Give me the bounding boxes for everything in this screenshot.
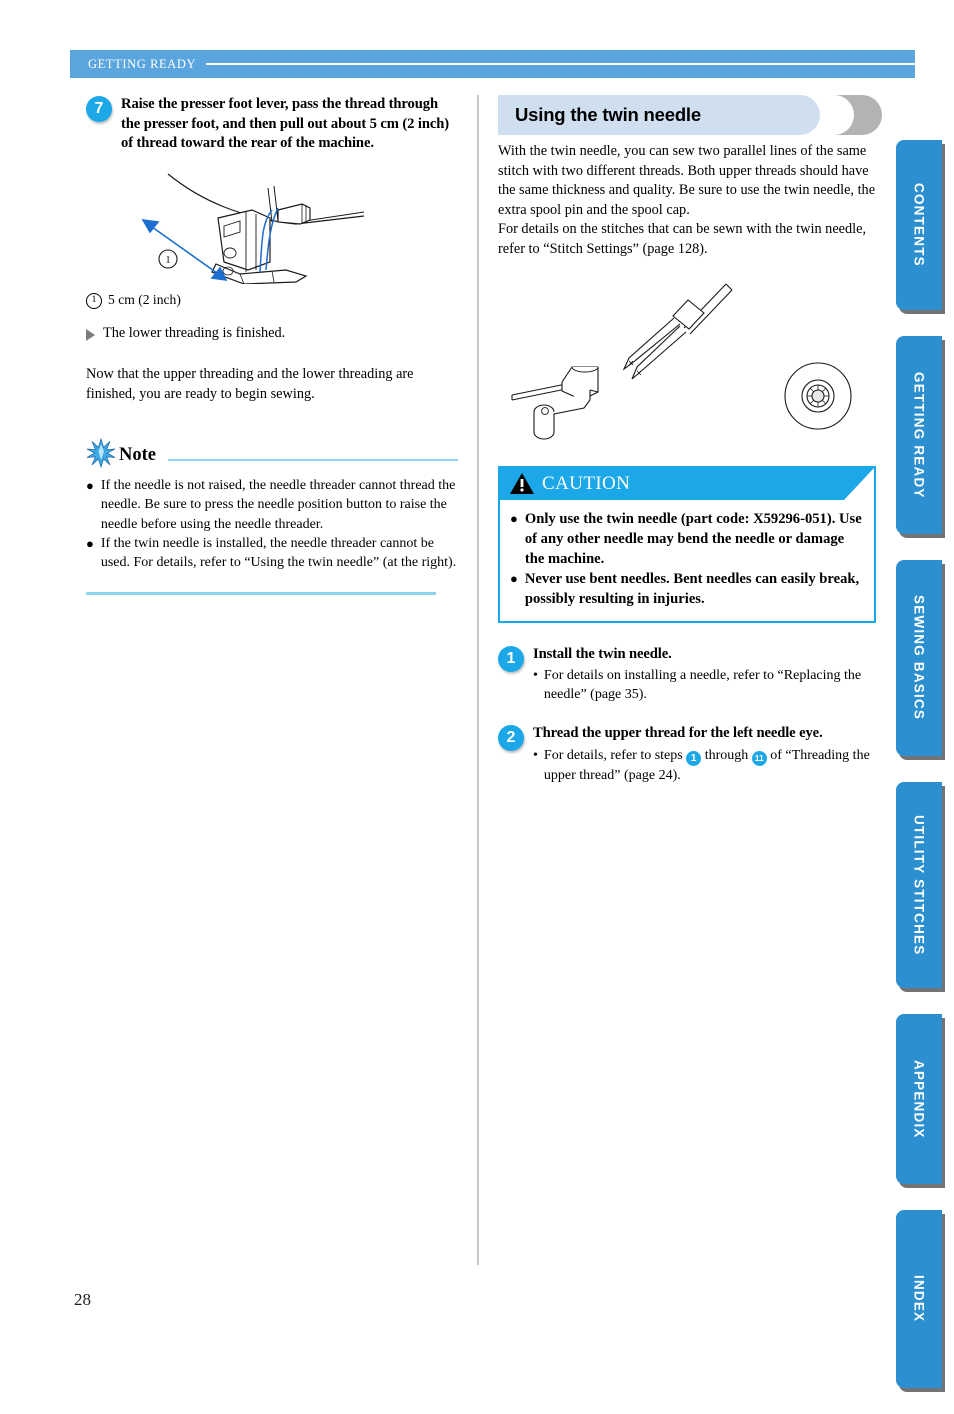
step-title: Thread the upper thread for the left nee…	[533, 725, 823, 742]
caution-banner-notch	[844, 467, 874, 500]
heading-title: Using the twin needle	[515, 104, 701, 125]
note-item: ● If the twin needle is installed, the n…	[86, 534, 458, 572]
caution-banner: CAUTION	[500, 467, 874, 500]
bullet-icon: ●	[510, 571, 518, 587]
note-rule	[167, 458, 458, 462]
side-tab-label: SEWING BASICS	[911, 595, 927, 721]
caution-item: ● Only use the twin needle (part code: X…	[510, 509, 864, 570]
twin-needle-parts-drawing	[511, 283, 852, 440]
intro-paragraph-1: With the twin needle, you can sew two pa…	[498, 143, 876, 218]
side-tab-label: APPENDIX	[911, 1059, 927, 1139]
step-body: Raise the presser foot lever, pass the t…	[121, 95, 458, 154]
step-title: Install the twin needle.	[533, 645, 672, 662]
note-header: Note	[86, 437, 458, 473]
note-bottom-rule	[86, 592, 436, 596]
bullet-icon: ●	[86, 535, 94, 551]
side-tab-sewing-basics[interactable]: SEWING BASICS	[896, 560, 942, 756]
figure-caption: 1 5 cm (2 inch)	[86, 290, 458, 309]
presser-foot-illustration: 1	[120, 166, 458, 284]
note-item-text: If the needle is not raised, the needle …	[100, 478, 456, 532]
twin-needle-illustration	[498, 272, 878, 442]
right-column: Using the twin needle With the twin need…	[498, 95, 882, 791]
running-header-label: GETTING READY	[88, 56, 197, 71]
step-substep: • For details on installing a needle, re…	[533, 666, 878, 704]
side-tab-label: INDEX	[911, 1275, 927, 1323]
bullet-icon: •	[533, 668, 538, 684]
side-tab-index[interactable]: INDEX	[896, 1210, 942, 1388]
note-item-text: If the twin needle is installed, the nee…	[100, 535, 457, 571]
presser-foot-drawing: 1	[141, 173, 365, 284]
step-title: Raise the presser foot lever, pass the t…	[121, 96, 450, 151]
step-body: Thread the upper thread for the left nee…	[533, 724, 878, 785]
caution-label: CAUTION	[542, 472, 631, 494]
side-tab-appendix[interactable]: APPENDIX	[896, 1014, 942, 1184]
inline-step-badge-b: 11	[751, 750, 767, 766]
caution-item-text: Only use the twin needle (part code: X59…	[524, 510, 862, 567]
step-number-badge: 1	[498, 645, 524, 672]
intro-paragraph-2: For details on the stitches that can be …	[498, 221, 867, 257]
caption-text: 5 cm (2 inch)	[108, 291, 181, 307]
caution-item-text: Never use bent needles. Bent needles can…	[524, 571, 860, 608]
result-text: The lower threading is finished.	[103, 324, 286, 341]
side-tab-getting-ready[interactable]: GETTING READY	[896, 336, 942, 534]
step-7: 7 Raise the presser foot lever, pass the…	[86, 95, 458, 154]
caution-list: ● Only use the twin needle (part code: X…	[500, 500, 874, 621]
substep-text-pre: For details, refer to steps	[543, 747, 683, 763]
svg-text:1: 1	[165, 254, 171, 266]
step-number-badge: 2	[498, 725, 524, 752]
side-tab-utility-stitches[interactable]: UTILITY STITCHES	[896, 782, 942, 988]
sparkle-icon	[86, 437, 116, 473]
side-tab-label: UTILITY STITCHES	[911, 814, 927, 956]
note-item: ● If the needle is not raised, the needl…	[86, 476, 458, 534]
running-header: GETTING READY	[70, 50, 915, 78]
running-header-rule	[206, 63, 915, 65]
note-list: ● If the needle is not raised, the needl…	[86, 476, 458, 572]
step-substep: • For details, refer to steps 1 through …	[533, 746, 878, 785]
bullet-icon: ●	[86, 478, 94, 494]
section-heading: Using the twin needle	[498, 95, 882, 135]
bullet-icon: •	[533, 747, 538, 763]
caution-box: CAUTION ● Only use the twin needle (part…	[498, 465, 876, 623]
step-number-badge: 7	[86, 96, 112, 122]
step-1: 1 Install the twin needle. • For details…	[498, 645, 878, 705]
heading-crescent-decoration	[820, 95, 882, 135]
substep-text: For details on installing a needle, refe…	[543, 668, 862, 703]
closing-paragraph: Now that the upper threading and the low…	[86, 366, 414, 402]
step-body: Install the twin needle. • For details o…	[533, 645, 878, 705]
left-column: 7 Raise the presser foot lever, pass the…	[86, 95, 458, 596]
result-line: The lower threading is finished.	[86, 324, 458, 344]
sparkle-icon-svg	[86, 437, 116, 469]
step-2: 2 Thread the upper thread for the left n…	[498, 724, 878, 785]
caption-marker: 1	[86, 292, 102, 309]
column-divider	[477, 95, 479, 1265]
side-tab-rail: CONTENTS GETTING READY SEWING BASICS UTI…	[894, 140, 950, 1414]
side-tab-label: GETTING READY	[911, 371, 927, 499]
side-tab-label: CONTENTS	[911, 183, 927, 267]
warning-triangle-svg	[510, 473, 534, 495]
page-number: 28	[74, 1290, 91, 1309]
note-block: Note ● If the needle is not raised, the …	[86, 437, 458, 596]
bullet-icon: ●	[510, 510, 518, 526]
note-title: Note	[119, 445, 156, 466]
warning-triangle-icon	[509, 472, 535, 495]
caution-item: ● Never use bent needles. Bent needles c…	[510, 569, 864, 609]
side-tab-contents[interactable]: CONTENTS	[896, 140, 942, 310]
page-content: 7 Raise the presser foot lever, pass the…	[0, 95, 954, 1275]
substep-text-mid: through	[704, 747, 749, 763]
inline-step-badge-a: 1	[686, 750, 702, 766]
substep-text-composite: For details, refer to steps 1 through 11…	[544, 746, 878, 785]
triangle-right-icon	[86, 328, 95, 341]
